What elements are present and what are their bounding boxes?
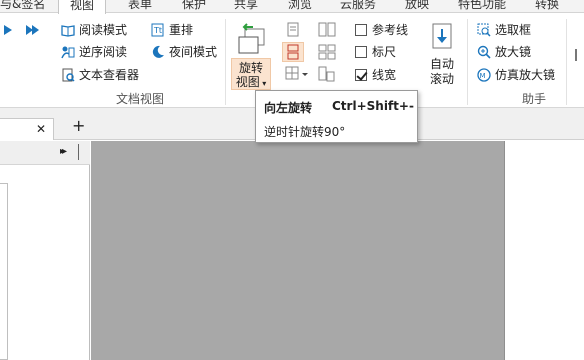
loupe-icon: M [477, 68, 491, 82]
reverse-read-button[interactable]: 逆序阅读 [61, 43, 127, 61]
separator [566, 19, 567, 105]
guides-checkbox[interactable]: 参考线 [355, 21, 408, 39]
select-box-label: 选取框 [495, 23, 532, 37]
split-view-icon[interactable] [285, 66, 311, 85]
linewidth-checkbox-box[interactable] [355, 69, 367, 81]
linewidth-label: 线宽 [372, 68, 397, 82]
tab-cloud[interactable]: 云服务 [340, 0, 376, 13]
tooltip-title: 向左旋转 [264, 101, 313, 115]
menu-tab-bar: 与&签名 视图 表单 保护 共享 浏览 云服务 放映 特色功能 转换 [0, 0, 584, 14]
tab-sign[interactable]: 与&签名 [0, 0, 45, 13]
reflow-button[interactable]: Tt 重排 [151, 21, 193, 39]
rotate-view-icon [235, 23, 267, 55]
linewidth-checkbox[interactable]: 线宽 [355, 66, 396, 84]
ruler-label: 标尺 [372, 45, 397, 59]
single-page-icon[interactable] [285, 22, 301, 41]
read-mode-button[interactable]: 阅读模式 [61, 21, 127, 39]
ruler-checkbox-box[interactable] [355, 46, 367, 58]
separator [467, 19, 468, 105]
magnifier-icon [477, 45, 491, 59]
svg-text:M: M [480, 72, 486, 80]
rotate-view-label-2: 视图 ▾ [235, 75, 267, 89]
expand-panel-icon[interactable]: ▸▸ [60, 146, 67, 157]
play-arrows-icon [4, 25, 39, 35]
reverse-icon [61, 45, 75, 59]
document-canvas[interactable] [91, 141, 504, 360]
night-mode-label: 夜间模式 [169, 45, 218, 59]
text-viewer-button[interactable]: 文本查看器 [61, 66, 139, 84]
auto-scroll-label-1: 自动 [429, 57, 454, 71]
two-page-icon[interactable] [318, 22, 336, 41]
page-thumbnail[interactable] [0, 183, 8, 360]
read-mode-label: 阅读模式 [79, 23, 128, 37]
tab-convert[interactable]: 转换 [535, 0, 559, 13]
dropdown-arrow-icon: ▾ [259, 79, 267, 88]
tab-browse[interactable]: 浏览 [288, 0, 312, 13]
tab-form[interactable]: 表单 [128, 0, 152, 13]
select-box-icon [477, 23, 491, 37]
rotate-view-label-box[interactable]: 旋转 视图 ▾ [231, 58, 271, 90]
tooltip-description: 逆时针旋转90° [264, 125, 346, 139]
tab-view[interactable]: 视图 [58, 0, 107, 14]
reflow-label: 重排 [169, 23, 194, 37]
text-viewer-icon [61, 68, 75, 82]
cover-page-icon[interactable] [318, 66, 336, 85]
auto-scroll-icon [430, 23, 454, 51]
document-tab[interactable]: ✕ [0, 118, 54, 140]
tab-features[interactable]: 特色功能 [458, 0, 506, 13]
side-panel-header: ▸▸ [0, 141, 90, 165]
separator [225, 19, 226, 105]
auto-scroll-button[interactable]: 自动 滚动 [423, 21, 461, 91]
magnifier-button[interactable]: 放大镜 [477, 43, 531, 61]
book-icon [61, 23, 75, 37]
ruler-checkbox[interactable]: 标尺 [355, 43, 396, 61]
text-viewer-label: 文本查看器 [79, 68, 140, 82]
reverse-read-label: 逆序阅读 [79, 45, 128, 59]
guides-checkbox-box[interactable] [355, 24, 367, 36]
assistant-group-label: 助手 [522, 92, 547, 106]
moon-icon [151, 45, 165, 59]
rotate-left-tooltip: 向左旋转 Ctrl+Shift+- 逆时针旋转90° [255, 90, 418, 143]
rotate-view-label-1: 旋转 [238, 61, 263, 75]
panel-divider [78, 144, 79, 160]
tooltip-shortcut: Ctrl+Shift+- [332, 99, 414, 113]
tab-protect[interactable]: 保护 [182, 0, 206, 13]
auto-scroll-label-2: 滚动 [429, 72, 454, 86]
select-box-button[interactable]: 选取框 [477, 21, 531, 39]
reflow-icon: Tt [151, 23, 165, 37]
guides-label: 参考线 [372, 23, 409, 37]
night-mode-button[interactable]: 夜间模式 [151, 43, 217, 61]
app-window: 与&签名 视图 表单 保护 共享 浏览 云服务 放映 特色功能 转换 阅读模式 … [0, 0, 584, 360]
add-tab-icon[interactable]: + [72, 118, 85, 134]
continuous-page-icon[interactable] [282, 42, 304, 62]
two-page-continuous-icon[interactable] [318, 44, 336, 63]
tab-slideshow[interactable]: 放映 [405, 0, 429, 13]
close-tab-icon[interactable]: ✕ [36, 122, 46, 136]
loupe-button[interactable]: M 仿真放大镜 [477, 66, 555, 84]
magnifier-label: 放大镜 [495, 45, 532, 59]
document-page[interactable] [504, 141, 584, 360]
tab-share[interactable]: 共享 [234, 0, 258, 13]
cut-off-ribbon-item[interactable] [575, 45, 584, 65]
loupe-label: 仿真放大镜 [495, 68, 556, 82]
side-panel: ▸▸ [0, 141, 90, 360]
rotate-view-button[interactable]: 旋转 视图 ▾ [231, 20, 271, 90]
svg-text:Tt: Tt [153, 26, 162, 35]
doc-view-group-label: 文档视图 [116, 92, 165, 106]
nav-arrows[interactable] [2, 23, 42, 37]
